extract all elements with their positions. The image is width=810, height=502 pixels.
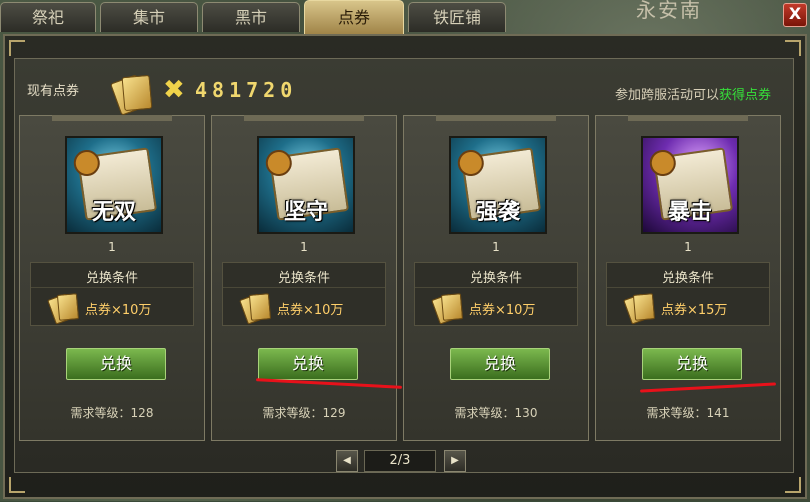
shop-window: 现有点券 ✖ 481720 参加跨服活动可以获得点券 无双 1 兑换条件 点券×…: [3, 34, 807, 499]
exchange-button[interactable]: 兑换: [258, 348, 358, 380]
scroll-icon[interactable]: 暴击: [641, 136, 739, 234]
next-page-button[interactable]: ▶: [444, 450, 466, 472]
required-level: 需求等级：130: [454, 406, 538, 420]
get-vouchers-link[interactable]: 获得点券: [719, 88, 771, 103]
item-quantity: 1: [492, 240, 500, 254]
close-button[interactable]: X: [783, 3, 807, 27]
voucher-amount: 481720: [195, 78, 298, 102]
exchange-condition-box: 兑换条件 点券×10万: [222, 262, 386, 326]
frame-corner-ornament: [785, 477, 801, 493]
exchange-cost: 点券×10万: [469, 303, 536, 318]
condition-title: 兑换条件: [469, 271, 522, 286]
scroll-icon[interactable]: 无双: [65, 136, 163, 234]
frame-corner-ornament: [9, 40, 25, 56]
tab-bar: 祭祀 集市 黑市 点券 铁匠铺: [0, 0, 810, 34]
required-level: 需求等级：129: [262, 406, 346, 420]
item-name: 无双: [91, 199, 136, 225]
exchange-button[interactable]: 兑换: [66, 348, 166, 380]
frame-corner-ornament: [9, 477, 25, 493]
condition-title: 兑换条件: [85, 271, 138, 286]
exchange-condition-box: 兑换条件 点券×15万: [606, 262, 770, 326]
exchange-card: 无双 1 兑换条件 点券×10万 兑换 需求等级：128: [19, 115, 205, 441]
required-level: 需求等级：141: [646, 406, 730, 420]
item-quantity: 1: [108, 240, 116, 254]
multiply-icon: ✖: [163, 75, 185, 105]
item-quantity: 1: [684, 240, 692, 254]
prev-page-button[interactable]: ◀: [336, 450, 358, 472]
exchange-cost: 点券×10万: [85, 303, 152, 318]
tab-blacksmith[interactable]: 铁匠铺: [408, 2, 506, 32]
currency-label: 现有点券: [27, 84, 80, 99]
voucher-hint: 参加跨服活动可以获得点券: [615, 84, 771, 103]
voucher-icon: [431, 293, 465, 325]
tab-market[interactable]: 集市: [100, 2, 198, 32]
exchange-cost: 点券×15万: [661, 303, 728, 318]
voucher-icon: [47, 293, 81, 325]
item-name: 强袭: [475, 199, 520, 225]
tab-vouchers[interactable]: 点券: [304, 0, 404, 34]
exchange-card: 暴击 1 兑换条件 点券×15万 兑换 需求等级：141: [595, 115, 781, 441]
exchange-condition-box: 兑换条件 点券×10万: [414, 262, 578, 326]
condition-title: 兑换条件: [277, 271, 330, 286]
exchange-condition-box: 兑换条件 点券×10万: [30, 262, 194, 326]
exchange-button[interactable]: 兑换: [450, 348, 550, 380]
scroll-icon[interactable]: 坚守: [257, 136, 355, 234]
frame-corner-ornament: [785, 40, 801, 56]
voucher-icon: [110, 74, 155, 116]
voucher-icon: [623, 293, 657, 325]
condition-title: 兑换条件: [661, 271, 714, 286]
item-name: 暴击: [667, 199, 712, 225]
exchange-card: 强袭 1 兑换条件 点券×10万 兑换 需求等级：130: [403, 115, 589, 441]
tab-black-market[interactable]: 黑市: [202, 2, 300, 32]
tab-sacrifice[interactable]: 祭祀: [0, 2, 96, 32]
page-indicator: 2/3: [364, 450, 436, 472]
required-level: 需求等级：128: [70, 406, 154, 420]
item-name: 坚守: [283, 199, 328, 225]
voucher-icon: [239, 293, 273, 325]
exchange-button[interactable]: 兑换: [642, 348, 742, 380]
item-quantity: 1: [300, 240, 308, 254]
hint-text: 参加跨服活动可以: [614, 88, 719, 103]
exchange-card: 坚守 1 兑换条件 点券×10万 兑换 需求等级：129: [211, 115, 397, 441]
exchange-cost: 点券×10万: [277, 303, 344, 318]
scroll-icon[interactable]: 强袭: [449, 136, 547, 234]
